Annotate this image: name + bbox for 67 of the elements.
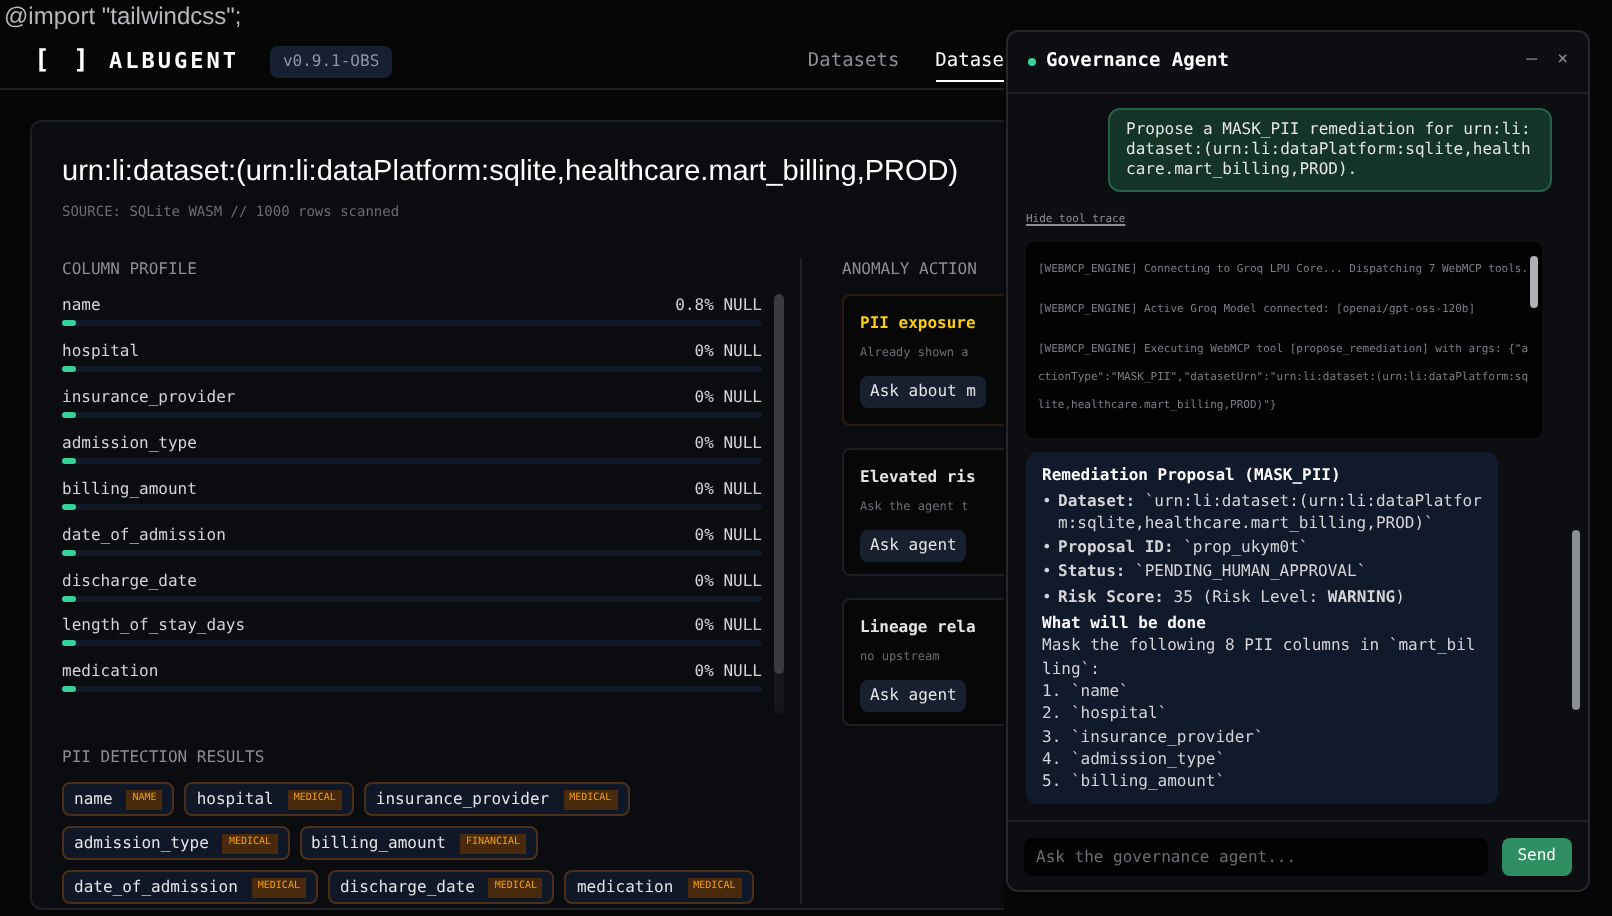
section-heading: PII DETECTION RESULTS: [62, 746, 267, 771]
column-name: insurance_provider: [62, 386, 236, 409]
proposal-detail: Risk Score: 35 (Risk Level: WARNING): [1058, 585, 1405, 609]
null-reading: 0% NULL: [694, 569, 762, 592]
bullet-icon: •: [1042, 585, 1058, 609]
anomaly-title: Lineage rela: [860, 616, 978, 641]
column-list-item: 5. `billing_amount`: [1042, 770, 1228, 793]
column-name: admission_type: [74, 831, 209, 856]
nav-tab[interactable]: Datase: [935, 41, 1004, 83]
column-name: date_of_admission: [62, 523, 226, 546]
column-name: admission_type: [62, 431, 197, 454]
null-reading: 0% NULL: [694, 340, 762, 363]
null-reading: 0% NULL: [694, 431, 762, 454]
close-button[interactable]: ×: [1557, 48, 1568, 76]
scrollbar[interactable]: [1572, 530, 1580, 710]
proposal-title: Remediation Proposal (MASK_PII): [1042, 464, 1343, 488]
version-badge: v0.9.1-OBS: [270, 46, 392, 78]
message-input[interactable]: Ask the governance agent...: [1024, 837, 1488, 875]
code-line: @import "tailwindcss";: [2, 0, 244, 34]
column-name: discharge_date: [62, 569, 197, 592]
send-button[interactable]: Send: [1501, 837, 1572, 875]
ask-agent-button[interactable]: Ask about m: [860, 376, 986, 409]
scrollbar[interactable]: [774, 294, 784, 715]
user-message: Propose a MASK_PII remediation for urn:li:dataset:(urn:li:dataPlatform:sqlite,healthcare.mart_billing,PROD).: [1108, 108, 1552, 192]
proposal-detail: Status: `PENDING_HUMAN_APPROVAL`: [1058, 560, 1367, 584]
minimize-button[interactable]: –: [1526, 48, 1538, 76]
null-reading: 0% NULL: [694, 660, 762, 683]
column-name: medication: [576, 875, 674, 900]
logo-icon: [ ]: [34, 42, 93, 82]
null-reading: 0.8% NULL: [675, 294, 762, 317]
column-name: hospital: [196, 787, 274, 812]
anomaly-title: PII exposure: [860, 312, 978, 337]
column-name: name: [74, 787, 113, 812]
column-name: name: [62, 294, 101, 317]
null-reading: 0% NULL: [694, 614, 762, 637]
brand-name: ALBUGENT: [108, 45, 239, 78]
column-name: date_of_admission: [74, 875, 238, 900]
column-name: medication: [62, 660, 159, 683]
section-heading: ANOMALY ACTION: [842, 258, 979, 283]
null-reading: 0% NULL: [694, 523, 762, 546]
column-name: hospital: [62, 340, 140, 363]
column-list-item: 1. `name`: [1042, 679, 1131, 703]
column-list-item: 2. `hospital`: [1042, 702, 1170, 726]
ask-agent-button[interactable]: Ask agent: [860, 680, 967, 713]
bullet-icon: •: [1042, 560, 1058, 584]
proposal-detail: Proposal ID: `prop_ukym0t`: [1058, 536, 1309, 559]
column-name: insurance_provider: [375, 787, 550, 812]
section-heading: COLUMN PROFILE: [62, 258, 199, 283]
column-name: discharge_date: [339, 875, 475, 900]
bullet-icon: •: [1042, 489, 1058, 535]
panel-title: Governance Agent: [1046, 47, 1230, 76]
proposal-text: Mask the following 8 PII columns in `mart_billing`:: [1042, 634, 1478, 680]
column-name: length_of_stay_days: [62, 614, 246, 637]
scrollbar[interactable]: [1530, 256, 1538, 309]
null-reading: 0% NULL: [694, 477, 762, 500]
column-name: billing_amount: [311, 831, 446, 856]
bullet-icon: •: [1042, 536, 1058, 559]
column-name: billing_amount: [62, 477, 197, 500]
dataset-title: urn:li:dataset:(urn:li:dataPlatform:sqlite,healthcare.mart_billing,PROD): [62, 154, 961, 192]
ask-agent-button[interactable]: Ask agent: [860, 530, 967, 563]
null-reading: 0% NULL: [694, 386, 762, 409]
anomaly-title: Elevated ris: [860, 466, 978, 491]
proposal-detail: Dataset: `urn:li:dataset:(urn:li:dataPlatform:sqlite,healthcare.mart_billing,PROD)`: [1058, 489, 1482, 535]
proposal-subheading: What will be done: [1042, 612, 1208, 635]
column-list-item: 4. `admission_type`: [1042, 747, 1228, 771]
column-list-item: 3. `insurance_provider`: [1042, 725, 1266, 748]
nav-tab[interactable]: Datasets: [807, 41, 900, 83]
